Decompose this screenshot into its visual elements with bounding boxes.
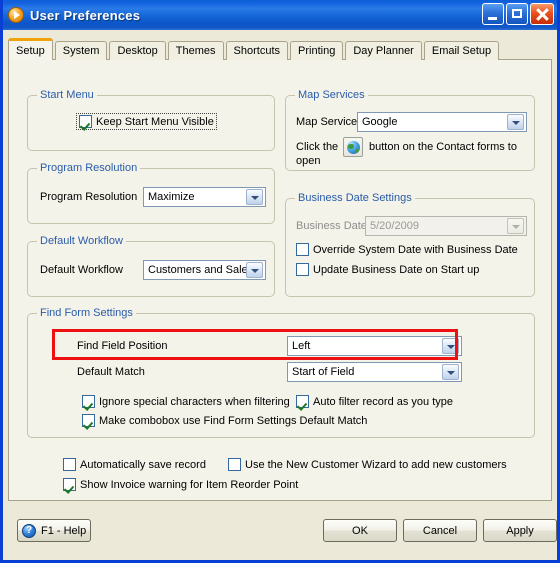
title-bar: User Preferences [3, 0, 557, 30]
default-match-dropdown[interactable]: Start of Field [287, 362, 462, 382]
window-controls [482, 3, 554, 25]
default-match-label: Default Match [77, 366, 145, 378]
maximize-icon[interactable] [506, 3, 528, 25]
checkbox-update-business-date-startup[interactable]: Update Business Date on Start up [296, 263, 479, 276]
find-field-position-label: Find Field Position [77, 340, 168, 352]
window-title: User Preferences [30, 7, 141, 23]
checkbox-box [296, 395, 309, 408]
checkbox-box [82, 395, 95, 408]
checkbox-box [228, 458, 241, 471]
chevron-down-icon[interactable] [507, 114, 524, 130]
checkbox-combobox-default-match[interactable]: Make combobox use Find Form Settings Def… [82, 414, 367, 427]
app-play-icon [8, 7, 24, 23]
group-map-services: Map Services Map Service Google Click th… [285, 89, 535, 171]
chevron-down-icon[interactable] [507, 218, 524, 234]
tab-system[interactable]: System [54, 41, 108, 60]
map-hint-after: button on the Contact forms to [369, 141, 517, 153]
tab-shortcuts[interactable]: Shortcuts [225, 41, 289, 60]
tab-themes[interactable]: Themes [167, 41, 224, 60]
group-default-workflow-legend: Default Workflow [37, 235, 126, 247]
checkbox-label: Keep Start Menu Visible [96, 115, 214, 128]
checkbox-box [63, 458, 76, 471]
find-field-position-dropdown[interactable]: Left [287, 336, 462, 356]
group-find-form-legend: Find Form Settings [37, 307, 136, 319]
checkbox-box [296, 243, 309, 256]
group-map-services-legend: Map Services [295, 89, 368, 101]
business-date-label: Business Date [296, 220, 367, 232]
default-match-value: Start of Field [292, 366, 355, 378]
default-workflow-label: Default Workflow [40, 264, 123, 276]
business-date-value: 5/20/2009 [370, 220, 419, 232]
user-preferences-dialog: User Preferences Setup System Desktop Th… [0, 0, 560, 563]
ok-button[interactable]: OK [323, 519, 397, 542]
program-resolution-dropdown[interactable]: Maximize [143, 187, 266, 207]
chevron-down-icon[interactable] [246, 262, 263, 278]
checkbox-label: Show Invoice warning for Item Reorder Po… [80, 478, 299, 491]
map-service-value: Google [362, 116, 398, 128]
checkbox-label: Automatically save record [80, 458, 206, 471]
checkbox-auto-filter-record[interactable]: Auto filter record as you type [296, 395, 453, 408]
checkbox-box [63, 478, 76, 491]
question-mark-icon: ? [22, 523, 36, 538]
minimize-icon[interactable] [482, 3, 504, 25]
checkbox-label: Update Business Date on Start up [313, 263, 480, 276]
dialog-button-bar: ? F1 - Help OK Cancel Apply [3, 504, 557, 557]
checkbox-override-system-date[interactable]: Override System Date with Business Date [296, 243, 518, 256]
globe-icon-button[interactable] [343, 137, 363, 157]
apply-button[interactable]: Apply [483, 519, 557, 542]
default-workflow-value: Customers and Sales [148, 264, 246, 276]
group-start-menu: Start Menu Keep Start Menu Visible [27, 89, 275, 151]
group-program-resolution: Program Resolution Program Resolution Ma… [27, 162, 275, 224]
tab-email-setup[interactable]: Email Setup [423, 41, 500, 60]
group-default-workflow: Default Workflow Default Workflow Custom… [27, 235, 275, 297]
globe-icon [346, 140, 360, 154]
group-business-date-settings: Business Date Settings Business Date 5/2… [285, 192, 535, 297]
tab-day-planner[interactable]: Day Planner [345, 41, 422, 60]
program-resolution-value: Maximize [148, 191, 195, 203]
chevron-down-icon[interactable] [246, 189, 263, 205]
checkbox-new-customer-wizard[interactable]: Use the New Customer Wizard to add new c… [228, 458, 507, 471]
checkbox-keep-start-menu-visible[interactable]: Keep Start Menu Visible [76, 113, 217, 130]
map-hint-line2: open [296, 155, 321, 167]
cancel-button[interactable]: Cancel [403, 519, 477, 542]
checkbox-label: Make combobox use Find Form Settings Def… [99, 414, 368, 427]
checkbox-automatically-save-record[interactable]: Automatically save record [63, 458, 206, 471]
help-button[interactable]: ? F1 - Help [17, 519, 91, 542]
business-date-dropdown[interactable]: 5/20/2009 [365, 216, 527, 236]
checkbox-label: Use the New Customer Wizard to add new c… [245, 458, 507, 471]
help-button-label: F1 - Help [41, 524, 87, 537]
chevron-down-icon[interactable] [442, 338, 459, 354]
tab-strip: Setup System Desktop Themes Shortcuts Pr… [8, 38, 501, 60]
group-start-menu-legend: Start Menu [37, 89, 97, 101]
checkbox-show-invoice-warning[interactable]: Show Invoice warning for Item Reorder Po… [63, 478, 298, 491]
map-service-label: Map Service [296, 116, 358, 128]
checkbox-box [296, 263, 309, 276]
checkbox-box [79, 115, 92, 128]
tab-desktop[interactable]: Desktop [109, 41, 166, 60]
tab-printing[interactable]: Printing [290, 41, 344, 60]
close-icon[interactable] [530, 3, 554, 25]
checkbox-label: Override System Date with Business Date [313, 243, 518, 256]
checkbox-label: Auto filter record as you type [313, 395, 454, 408]
checkbox-ignore-special-characters[interactable]: Ignore special characters when filtering [82, 395, 290, 408]
find-field-position-value: Left [292, 340, 311, 352]
checkbox-box [82, 414, 95, 427]
map-service-dropdown[interactable]: Google [357, 112, 527, 132]
tab-setup[interactable]: Setup [8, 38, 53, 60]
group-program-resolution-legend: Program Resolution [37, 162, 141, 174]
map-hint-before: Click the [296, 141, 339, 153]
group-business-date-legend: Business Date Settings [295, 192, 415, 204]
chevron-down-icon[interactable] [442, 364, 459, 380]
group-find-form-settings: Find Form Settings Find Field Position L… [27, 307, 535, 438]
program-resolution-label: Program Resolution [40, 191, 138, 203]
checkbox-label: Ignore special characters when filtering [99, 395, 290, 408]
default-workflow-dropdown[interactable]: Customers and Sales [143, 260, 266, 280]
setup-tab-panel: Start Menu Keep Start Menu Visible Progr… [8, 59, 552, 501]
